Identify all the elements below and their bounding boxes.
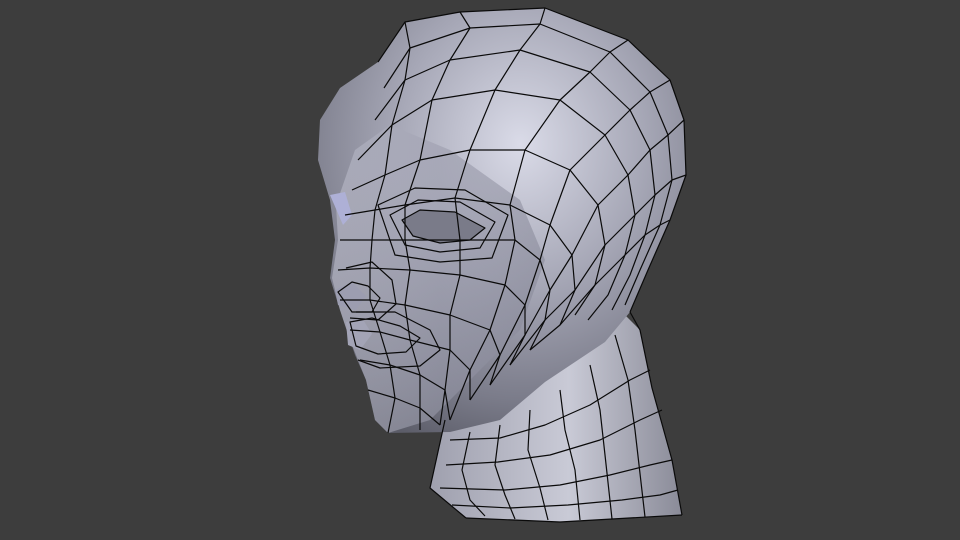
head-mesh-render[interactable] [0, 0, 960, 540]
3d-viewport[interactable] [0, 0, 960, 540]
